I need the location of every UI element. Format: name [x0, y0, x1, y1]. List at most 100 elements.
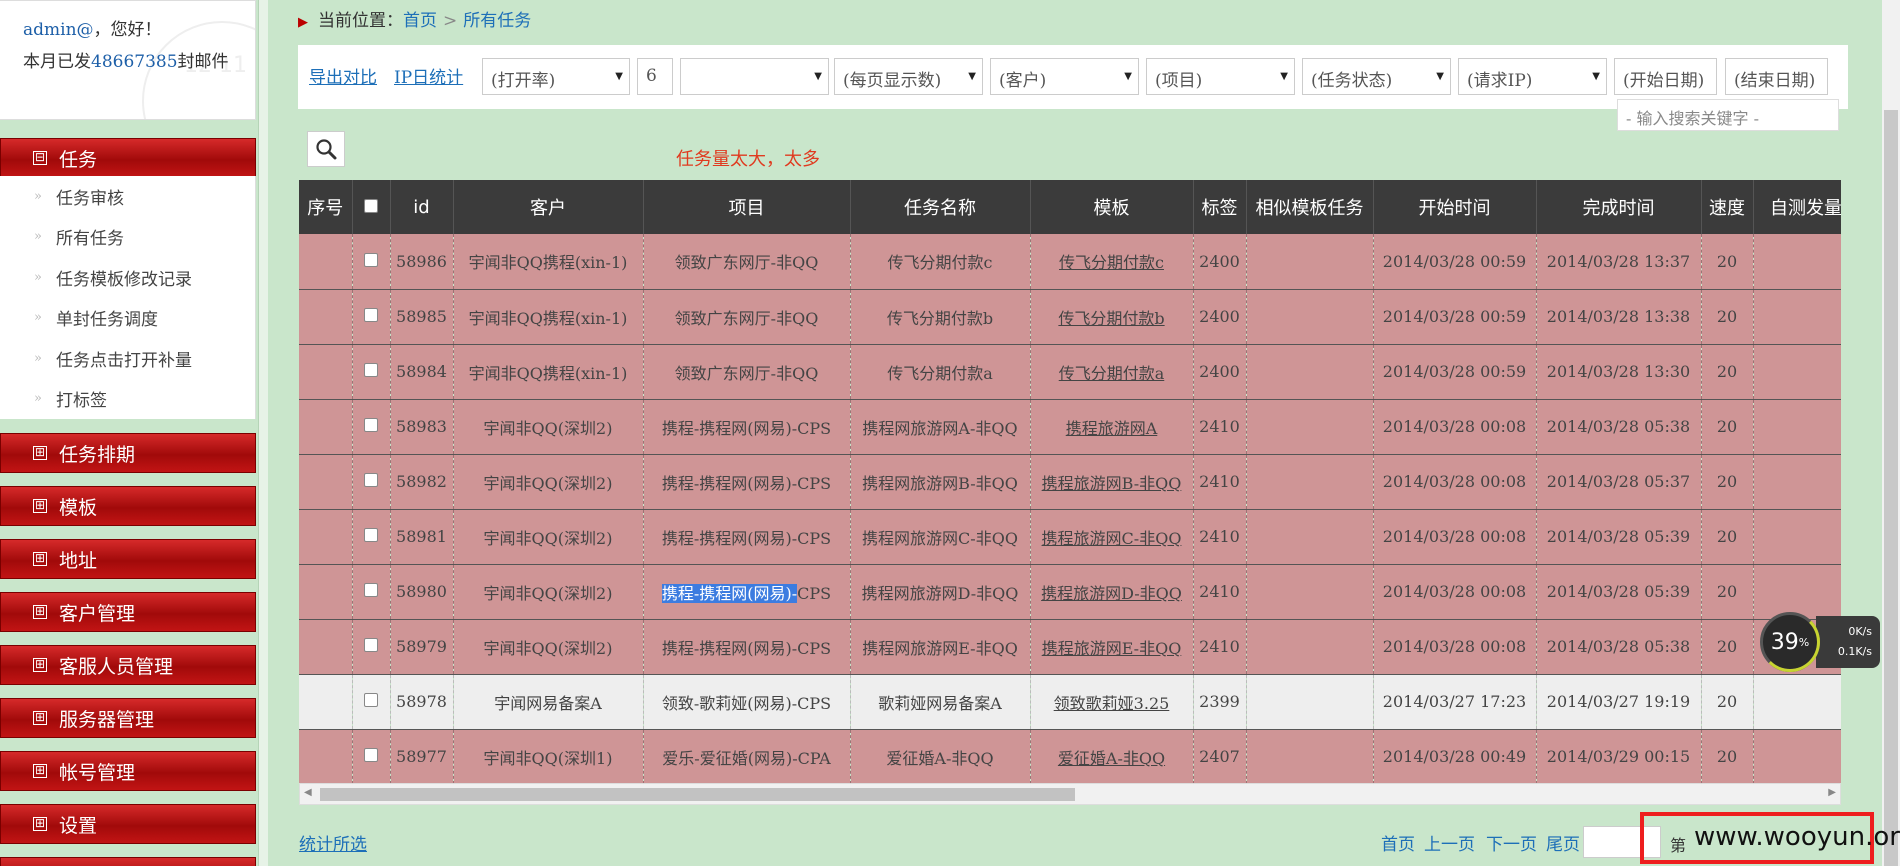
- cell-index: [299, 399, 353, 455]
- select-all-checkbox-cell[interactable]: [352, 180, 391, 234]
- sidebar-menu-item[interactable]: ⊞ 设置: [0, 804, 256, 844]
- row-checkbox[interactable]: [364, 308, 378, 322]
- submenu-item[interactable]: » 任务点击打开补量: [0, 338, 255, 379]
- submenu-item[interactable]: » 任务审核: [0, 176, 255, 217]
- scroll-thumb[interactable]: [320, 788, 1075, 801]
- open-rate-select[interactable]: (打开率) ▼: [482, 58, 630, 95]
- row-checkbox[interactable]: [364, 473, 378, 487]
- table-row[interactable]: 58977 宇闻非QQ(深圳1) 爱乐-爱征婚(网易)-CPA 爱征婚A-非QQ 爱征婚…: [299, 729, 1841, 783]
- sidebar-menu-item[interactable]: ⊞ 帐号管理: [0, 751, 256, 791]
- scroll-left-icon[interactable]: ◀: [304, 787, 312, 798]
- cell-self-test: 0: [1753, 509, 1841, 565]
- request-ip-select[interactable]: (请求IP) ▼: [1458, 58, 1607, 95]
- cell-start-time: 2014/03/28 00:08: [1373, 509, 1537, 565]
- cell-checkbox[interactable]: [352, 674, 391, 730]
- menu-tasks[interactable]: ⊟ 任务: [0, 138, 256, 178]
- cell-template-link[interactable]: 爱征婚A-非QQ: [1030, 729, 1194, 783]
- export-compare-link[interactable]: 导出对比: [309, 63, 377, 88]
- cell-checkbox[interactable]: [352, 234, 391, 290]
- sidebar-menu-item[interactable]: [0, 857, 256, 866]
- double-chevron-icon: »: [34, 188, 42, 204]
- cell-template-link[interactable]: 领致歌莉娅3.25: [1030, 674, 1194, 730]
- sidebar-menu-item[interactable]: ⊞ 服务器管理: [0, 698, 256, 738]
- mail-count-text: 本月已发48667385封邮件: [23, 52, 229, 72]
- sidebar-menu-item[interactable]: ⊞ 模板: [0, 486, 256, 526]
- row-checkbox[interactable]: [364, 418, 378, 432]
- cell-template-link[interactable]: 携程旅游网D-非QQ: [1030, 564, 1194, 620]
- table-row[interactable]: 58979 宇闻非QQ(深圳2) 携程-携程网(网易)-CPS 携程网旅游网E-非QQ…: [299, 619, 1841, 675]
- row-checkbox[interactable]: [364, 528, 378, 542]
- dropdown-arrow-icon: ▼: [968, 71, 976, 82]
- double-chevron-icon: »: [34, 391, 42, 407]
- ip-daily-stats-link[interactable]: IP日统计: [394, 63, 463, 88]
- end-date-input[interactable]: (结束日期): [1725, 58, 1828, 95]
- table-row[interactable]: 58986 宇闻非QQ携程(xin-1) 领致广东网厅-非QQ 传飞分期付款c 传飞分期…: [299, 234, 1841, 290]
- cell-template-link[interactable]: 传飞分期付款a: [1030, 344, 1194, 400]
- breadcrumb-current[interactable]: 所有任务: [463, 11, 531, 31]
- cell-tag: 2410: [1193, 619, 1247, 675]
- table-row[interactable]: 58980 宇闻非QQ(深圳2) 携程-携程网(网易)-CPS 携程网旅游网D-非QQ…: [299, 564, 1841, 620]
- sidebar-divider[interactable]: [258, 0, 268, 866]
- table-row[interactable]: 58983 宇闻非QQ(深圳2) 携程-携程网(网易)-CPS 携程网旅游网A-非QQ…: [299, 399, 1841, 455]
- sidebar-menu-item[interactable]: ⊞ 任务排期: [0, 433, 256, 473]
- first-page-link[interactable]: 首页: [1381, 830, 1415, 855]
- scroll-right-icon[interactable]: ▶: [1828, 787, 1836, 798]
- cell-checkbox[interactable]: [352, 289, 391, 345]
- row-checkbox[interactable]: [364, 748, 378, 762]
- table-row[interactable]: 58978 宇闻网易备案A 领致-歌莉娅(网易)-CPS 歌莉娅网易备案A 领致歌莉娅3…: [299, 674, 1841, 730]
- customer-select[interactable]: (客户) ▼: [990, 58, 1139, 95]
- cell-template-link[interactable]: 携程旅游网E-非QQ: [1030, 619, 1194, 675]
- table-row[interactable]: 58984 宇闻非QQ携程(xin-1) 领致广东网厅-非QQ 传飞分期付款a 传飞分期…: [299, 344, 1841, 400]
- network-speed-widget[interactable]: 0K/s 0.1K/s 39%: [1760, 610, 1880, 674]
- cell-tag: 2399: [1193, 674, 1247, 730]
- cell-template-link[interactable]: 传飞分期付款b: [1030, 289, 1194, 345]
- submenu-item[interactable]: » 任务模板修改记录: [0, 257, 255, 298]
- row-checkbox[interactable]: [364, 693, 378, 707]
- breadcrumb-home[interactable]: 首页: [403, 11, 437, 31]
- cell-template-link[interactable]: 携程旅游网A: [1030, 399, 1194, 455]
- cell-template-link[interactable]: 携程旅游网B-非QQ: [1030, 454, 1194, 510]
- table-row[interactable]: 58982 宇闻非QQ(深圳2) 携程-携程网(网易)-CPS 携程网旅游网B-非QQ…: [299, 454, 1841, 510]
- start-date-input[interactable]: (开始日期): [1614, 58, 1717, 95]
- cell-checkbox[interactable]: [352, 564, 391, 620]
- horizontal-scrollbar[interactable]: ◀ ▶: [299, 783, 1841, 805]
- cell-checkbox[interactable]: [352, 729, 391, 783]
- row-checkbox[interactable]: [364, 252, 378, 267]
- project-select[interactable]: (项目) ▼: [1146, 58, 1295, 95]
- cell-end-time: 2014/03/28 13:30: [1536, 344, 1702, 400]
- submenu-item[interactable]: » 单封任务调度: [0, 298, 255, 339]
- per-page-select[interactable]: (每页显示数) ▼: [834, 58, 983, 95]
- sidebar-menu-item[interactable]: ⊞ 客户管理: [0, 592, 256, 632]
- next-page-link[interactable]: 下一页: [1486, 830, 1537, 855]
- vertical-scrollbar[interactable]: [1882, 0, 1900, 866]
- sidebar-menu-item[interactable]: ⊞ 地址: [0, 539, 256, 579]
- stat-selected-link[interactable]: 统计所选: [299, 830, 367, 855]
- table-row[interactable]: 58981 宇闻非QQ(深圳2) 携程-携程网(网易)-CPS 携程网旅游网C-非QQ…: [299, 509, 1841, 565]
- cell-checkbox[interactable]: [352, 454, 391, 510]
- cell-template-link[interactable]: 传飞分期付款c: [1030, 234, 1194, 290]
- keyword-search-input[interactable]: - 输入搜索关键字 -: [1617, 99, 1839, 131]
- row-checkbox[interactable]: [364, 583, 378, 597]
- cell-checkbox[interactable]: [352, 619, 391, 675]
- last-page-link[interactable]: 尾页: [1546, 830, 1580, 855]
- sidebar-menu-item[interactable]: ⊞ 客服人员管理: [0, 645, 256, 685]
- row-checkbox[interactable]: [364, 638, 378, 652]
- table-row[interactable]: 58985 宇闻非QQ携程(xin-1) 领致广东网厅-非QQ 传飞分期付款b 传飞分期…: [299, 289, 1841, 345]
- submenu-item[interactable]: » 所有任务: [0, 217, 255, 258]
- prev-page-link[interactable]: 上一页: [1424, 830, 1475, 855]
- row-checkbox[interactable]: [364, 363, 378, 377]
- cell-checkbox[interactable]: [352, 344, 391, 400]
- cell-customer: 宇闻网易备案A: [453, 674, 644, 730]
- cell-template-link[interactable]: 携程旅游网C-非QQ: [1030, 509, 1194, 565]
- number-input[interactable]: 6: [637, 58, 673, 95]
- cell-checkbox[interactable]: [352, 509, 391, 565]
- search-button[interactable]: [307, 131, 345, 167]
- blank-select[interactable]: ▼: [680, 58, 829, 95]
- cell-tag: 2400: [1193, 234, 1247, 290]
- username[interactable]: admin@: [23, 20, 94, 40]
- select-all-checkbox[interactable]: [364, 198, 378, 213]
- cell-checkbox[interactable]: [352, 399, 391, 455]
- submenu-item[interactable]: » 打标签: [0, 379, 255, 420]
- vertical-scroll-thumb[interactable]: [1884, 110, 1898, 866]
- task-status-select[interactable]: (任务状态) ▼: [1302, 58, 1451, 95]
